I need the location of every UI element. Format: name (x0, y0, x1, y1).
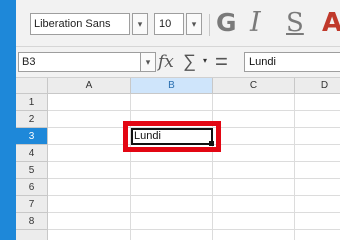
font-size-box[interactable]: 10 (154, 13, 184, 35)
toolbar-separator (209, 14, 210, 36)
name-box-dropdown-icon[interactable]: ▾ (140, 52, 156, 72)
font-name-dropdown-icon[interactable]: ▾ (132, 13, 148, 35)
grid-line (48, 229, 340, 230)
column-header-d[interactable]: D (295, 78, 340, 94)
row-header-6[interactable]: 6 (16, 179, 48, 196)
spreadsheet-grid: A B C D 1 2 3 4 5 6 7 8 Lundi (16, 78, 340, 240)
formula-input[interactable]: Lundi (244, 52, 340, 72)
grid-line (212, 94, 213, 240)
row-header-7[interactable]: 7 (16, 196, 48, 213)
font-size-dropdown-icon[interactable]: ▾ (186, 13, 202, 35)
formula-icon[interactable]: = (215, 49, 228, 75)
underline-button[interactable]: S (286, 6, 304, 40)
row-header-2[interactable]: 2 (16, 111, 48, 128)
bold-button[interactable]: G (216, 6, 237, 40)
row-header-8[interactable]: 8 (16, 213, 48, 230)
row-header-5[interactable]: 5 (16, 162, 48, 179)
row-header-4[interactable]: 4 (16, 145, 48, 162)
italic-button[interactable]: I (250, 6, 261, 40)
column-header-b[interactable]: B (131, 78, 213, 94)
grid-line (48, 110, 340, 111)
grid-line (48, 161, 340, 162)
font-color-button[interactable]: A (322, 6, 340, 40)
row-header-1[interactable]: 1 (16, 94, 48, 111)
grid-line (48, 212, 340, 213)
grid-line (48, 195, 340, 196)
grid-line (130, 94, 131, 240)
font-name-box[interactable]: Liberation Sans (30, 13, 130, 35)
function-wizard-icon[interactable]: fx (158, 52, 174, 72)
name-box[interactable]: B3 (18, 52, 154, 72)
sum-dropdown-icon[interactable]: ▾ (203, 56, 207, 65)
sum-icon[interactable]: ∑ (183, 51, 196, 72)
window-edge (0, 0, 16, 240)
grid-line (294, 94, 295, 240)
highlight-box (123, 121, 221, 152)
grid-line (48, 178, 340, 179)
row-header-9[interactable] (16, 230, 48, 240)
formula-bar: B3 ▾ fx ∑ ▾ = Lundi (16, 47, 340, 78)
formatting-toolbar: Liberation Sans ▾ 10 ▾ G I S A (16, 0, 340, 47)
select-all-corner[interactable] (16, 78, 48, 94)
column-header-a[interactable]: A (48, 78, 131, 94)
row-header-3[interactable]: 3 (16, 128, 48, 145)
calc-window: Liberation Sans ▾ 10 ▾ G I S A B3 ▾ fx ∑… (0, 0, 340, 240)
column-header-c[interactable]: C (213, 78, 295, 94)
